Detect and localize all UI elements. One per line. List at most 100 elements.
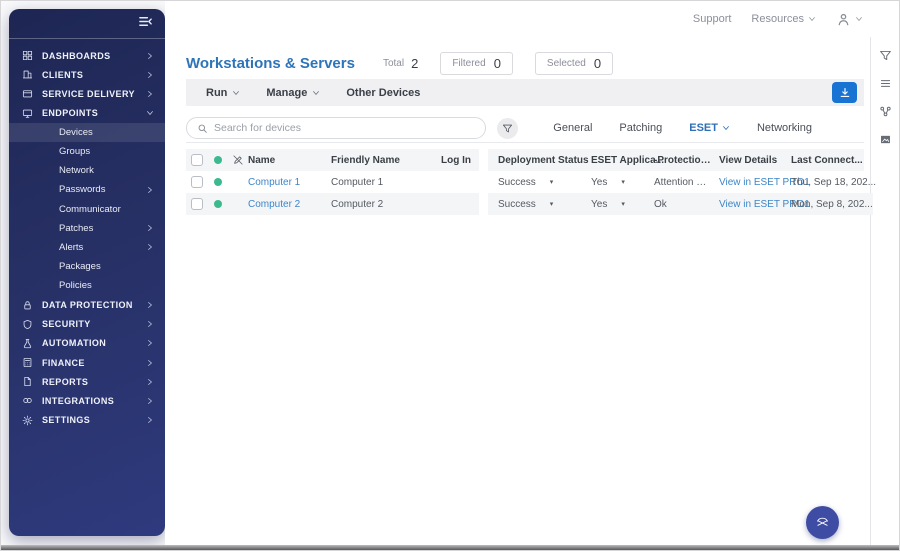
eset-application-dropdown[interactable]: Yes ▾ [581, 177, 646, 188]
search-box [186, 117, 486, 139]
select-all-checkbox[interactable] [191, 154, 203, 166]
tab-general[interactable]: General [553, 122, 592, 134]
integrations-link-icon [22, 395, 34, 407]
sidebar-subitem-packages[interactable]: Packages [9, 257, 165, 276]
right-rail [870, 37, 899, 545]
sidebar-subitem-policies[interactable]: Policies [9, 276, 165, 295]
sidebar-subitem-label: Patches [59, 222, 94, 234]
sidebar-subitem-patches[interactable]: Patches [9, 219, 165, 238]
assistant-fab-button[interactable] [806, 506, 839, 539]
tab-label: General [553, 122, 593, 134]
devices-table: Name Friendly Name Log In Deployment Sta… [186, 149, 876, 215]
search-filter-button[interactable] [497, 117, 518, 139]
chevron-right-icon [146, 416, 154, 424]
sidebar-subitem-network[interactable]: Network [9, 161, 165, 180]
sidebar-item-label: CLIENTS [42, 69, 84, 80]
selected-value: 0 [593, 55, 602, 71]
manage-label: Manage [266, 86, 308, 99]
filter-icon[interactable] [876, 46, 894, 64]
media-icon[interactable] [876, 130, 894, 148]
tab-eset[interactable]: ESET [689, 122, 730, 134]
col-header-friendly-name[interactable]: Friendly Name [331, 155, 441, 166]
app-window: DASHBOARDS CLIENTS SERVICE DELIVERY ENDP… [0, 0, 900, 551]
chevron-down-icon [146, 109, 154, 117]
deployment-status-value: Success [498, 198, 536, 210]
table-row: Computer 1 Computer 1 Success ▾ Yes ▾ At… [186, 171, 876, 193]
chevron-right-icon [146, 397, 154, 405]
actions-toolbar: Run Manage Other Devices [186, 79, 864, 106]
sidebar-subitem-groups[interactable]: Groups [9, 142, 165, 161]
col-header-log-in[interactable]: Log In [441, 155, 479, 166]
menu-collapse-icon[interactable] [138, 14, 153, 34]
eset-application-dropdown[interactable]: Yes ▾ [581, 199, 646, 210]
resources-menu[interactable]: Resources [751, 13, 816, 25]
col-header-deployment-status[interactable]: Deployment Status [488, 155, 589, 166]
chevron-down-icon [233, 90, 240, 95]
sidebar-subitem-label: Groups [59, 146, 91, 158]
last-connected-cell: Mon, Sep 8, 202... [791, 198, 873, 210]
manage-menu[interactable]: Manage [266, 87, 320, 99]
sidebar-subitem-communicator[interactable]: Communicator [9, 200, 165, 219]
sidebar-item-label: INTEGRATIONS [42, 395, 115, 406]
topbar: Support Resources [165, 1, 899, 37]
sidebar-item-security[interactable]: SECURITY [9, 315, 165, 334]
sidebar-item-integrations[interactable]: INTEGRATIONS [9, 391, 165, 410]
row-checkbox[interactable] [191, 198, 203, 210]
lock-icon [22, 299, 34, 311]
total-label: Total [382, 57, 405, 69]
service-delivery-icon [22, 88, 34, 100]
friendly-name-cell: Computer 2 [331, 198, 384, 210]
total-counter: Total 2 [383, 56, 418, 71]
topology-icon[interactable] [876, 102, 894, 120]
eset-application-value: Yes [591, 176, 608, 188]
sidebar-subitem-passwords[interactable]: Passwords [9, 180, 165, 199]
tab-patching[interactable]: Patching [619, 122, 662, 134]
sidebar-item-finance[interactable]: FINANCE [9, 353, 165, 372]
other-devices-button[interactable]: Other Devices [346, 87, 420, 99]
deployment-status-dropdown[interactable]: Success ▾ [488, 177, 581, 188]
sidebar-item-dashboards[interactable]: DASHBOARDS [9, 46, 165, 65]
col-header-view-details[interactable]: View Details [713, 155, 783, 166]
sidebar-subitem-devices[interactable]: Devices [9, 122, 165, 142]
tab-label: ESET [689, 122, 718, 134]
protection-status-cell: Ok [654, 198, 667, 210]
table-row: Computer 2 Computer 2 Success ▾ Yes ▾ Ok [186, 193, 873, 215]
online-status-dot [214, 178, 222, 186]
sidebar-item-endpoints[interactable]: ENDPOINTS [9, 104, 165, 123]
sidebar: DASHBOARDS CLIENTS SERVICE DELIVERY ENDP… [9, 9, 165, 536]
sidebar-item-label: SECURITY [42, 319, 91, 330]
sidebar-item-label: REPORTS [42, 376, 89, 387]
sidebar-subitem-label: Devices [59, 126, 93, 138]
search-input[interactable] [214, 122, 475, 134]
sidebar-subitem-label: Communicator [59, 203, 121, 215]
sidebar-subitem-label: Network [59, 165, 94, 177]
tab-networking[interactable]: Networking [757, 122, 812, 134]
sidebar-item-label: SETTINGS [42, 415, 91, 426]
device-name-link[interactable]: Computer 1 [248, 177, 300, 188]
resources-label: Resources [751, 13, 804, 25]
chevron-right-icon [146, 339, 154, 347]
sidebar-item-service-delivery[interactable]: SERVICE DELIVERY [9, 84, 165, 103]
selected-counter[interactable]: Selected 0 [534, 51, 614, 75]
sidebar-item-data-protection[interactable]: DATA PROTECTION [9, 295, 165, 314]
download-button[interactable] [832, 82, 857, 103]
deployment-status-dropdown[interactable]: Success ▾ [488, 199, 581, 210]
device-name-link[interactable]: Computer 2 [248, 199, 300, 210]
page-title: Workstations & Servers [186, 54, 355, 72]
sidebar-item-automation[interactable]: AUTOMATION [9, 334, 165, 353]
sidebar-item-settings[interactable]: SETTINGS [9, 411, 165, 430]
col-header-last-connected[interactable]: Last Connect... [783, 155, 864, 166]
row-checkbox[interactable] [191, 176, 203, 188]
sidebar-item-clients[interactable]: CLIENTS [9, 65, 165, 84]
user-menu[interactable] [836, 12, 863, 27]
sidebar-subitem-alerts[interactable]: Alerts [9, 238, 165, 257]
run-menu[interactable]: Run [206, 87, 240, 99]
support-link[interactable]: Support [693, 13, 732, 25]
col-header-protection-status[interactable]: -Protection S... [646, 155, 713, 166]
list-view-icon[interactable] [876, 74, 894, 92]
filtered-counter[interactable]: Filtered 0 [440, 51, 513, 75]
sidebar-item-reports[interactable]: REPORTS [9, 372, 165, 391]
sidebar-item-label: AUTOMATION [42, 338, 107, 349]
col-header-eset-application[interactable]: ESET Applica... [581, 155, 664, 166]
col-header-name[interactable]: Name [248, 155, 331, 166]
